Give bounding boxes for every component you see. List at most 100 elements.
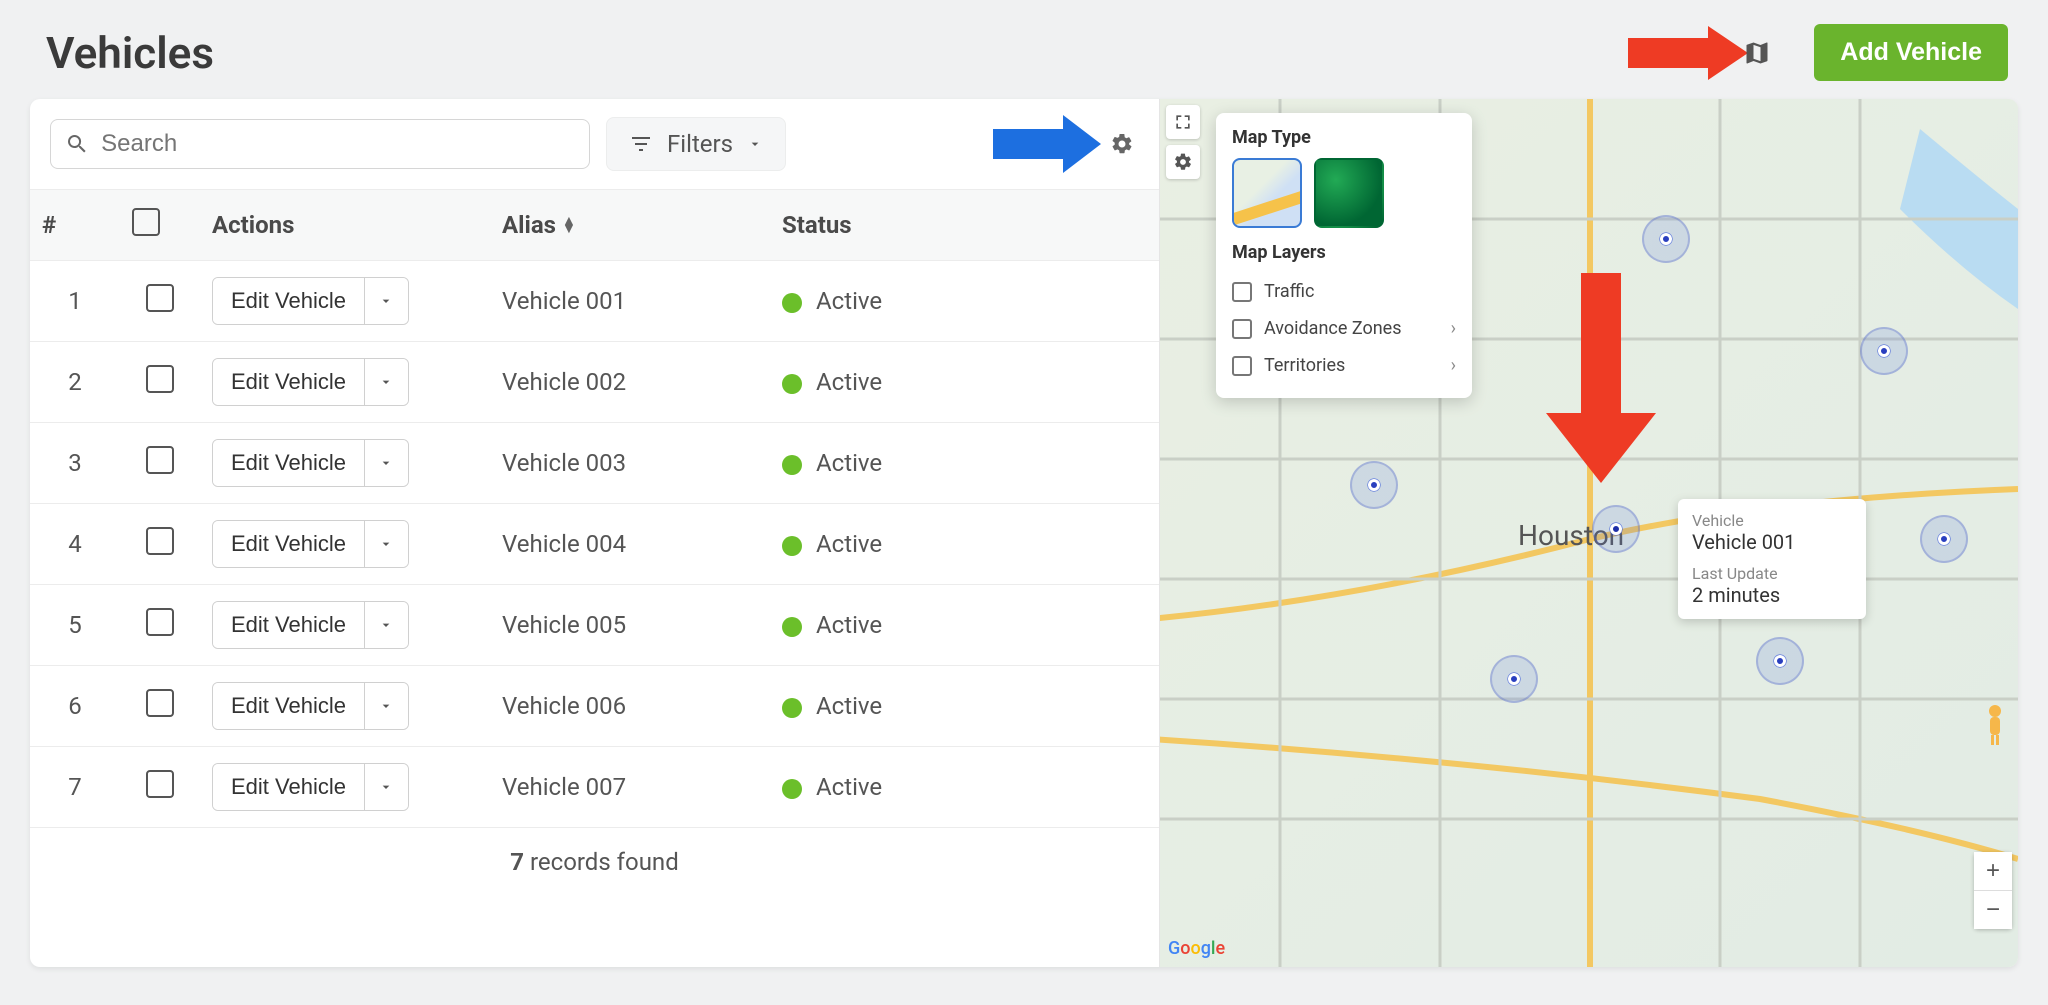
- checkbox-icon: [1232, 356, 1252, 376]
- layer-avoidance-zones[interactable]: Avoidance Zones ›: [1232, 310, 1456, 347]
- status-dot-icon: [782, 293, 802, 313]
- table-row: 3Edit VehicleVehicle 003Active: [30, 423, 1159, 504]
- row-number: 4: [30, 504, 120, 585]
- edit-vehicle-button[interactable]: Edit Vehicle: [213, 764, 364, 810]
- col-header-alias[interactable]: Alias ▲▼: [490, 190, 770, 261]
- row-number: 2: [30, 342, 120, 423]
- edit-vehicle-dropdown[interactable]: [364, 359, 408, 405]
- edit-vehicle-dropdown[interactable]: [364, 278, 408, 324]
- vehicle-marker-selected[interactable]: [1592, 505, 1640, 553]
- chevron-down-icon: [378, 374, 394, 390]
- gear-icon: [1173, 152, 1193, 172]
- vehicle-tooltip: Vehicle Vehicle 001 Last Update 2 minute…: [1678, 499, 1866, 619]
- gear-icon: [1110, 132, 1134, 156]
- vehicle-marker[interactable]: [1350, 461, 1398, 509]
- edit-vehicle-button[interactable]: Edit Vehicle: [213, 521, 364, 567]
- row-alias: Vehicle 001: [490, 261, 770, 342]
- edit-vehicle-dropdown[interactable]: [364, 602, 408, 648]
- pegman-icon[interactable]: [1978, 703, 2012, 747]
- checkbox-icon: [1232, 282, 1252, 302]
- chevron-right-icon: ›: [1451, 355, 1456, 376]
- map-layers-popup: Map Type Map Layers Traffic Avoidance Zo…: [1216, 113, 1472, 398]
- map-type-roadmap[interactable]: [1232, 158, 1302, 228]
- sort-icon: ▲▼: [562, 217, 576, 233]
- map-fullscreen-button[interactable]: [1166, 105, 1200, 139]
- edit-vehicle-dropdown[interactable]: [364, 764, 408, 810]
- row-number: 6: [30, 666, 120, 747]
- tooltip-update-value: 2 minutes: [1692, 583, 1852, 607]
- vehicle-marker[interactable]: [1860, 327, 1908, 375]
- table-row: 1Edit VehicleVehicle 001Active: [30, 261, 1159, 342]
- row-checkbox[interactable]: [146, 689, 174, 717]
- page-title: Vehicles: [46, 27, 1628, 79]
- map-type-satellite[interactable]: [1314, 158, 1384, 228]
- edit-vehicle-button[interactable]: Edit Vehicle: [213, 602, 364, 648]
- edit-vehicle-button[interactable]: Edit Vehicle: [213, 278, 364, 324]
- vehicle-marker[interactable]: [1642, 215, 1690, 263]
- map-settings-button[interactable]: [1166, 145, 1200, 179]
- tooltip-vehicle-value: Vehicle 001: [1692, 530, 1852, 554]
- edit-vehicle-dropdown[interactable]: [364, 521, 408, 567]
- row-checkbox[interactable]: [146, 365, 174, 393]
- edit-vehicle-button[interactable]: Edit Vehicle: [213, 440, 364, 486]
- edit-vehicle-dropdown[interactable]: [364, 440, 408, 486]
- row-checkbox[interactable]: [146, 527, 174, 555]
- row-number: 7: [30, 747, 120, 828]
- table-row: 4 Edit Vehicle Vehicle 004Active: [30, 504, 1159, 585]
- search-input[interactable]: [101, 130, 575, 158]
- row-status: Active: [770, 504, 1159, 585]
- tooltip-vehicle-label: Vehicle: [1692, 511, 1852, 530]
- row-alias: Vehicle 003: [490, 423, 770, 504]
- select-all-checkbox[interactable]: [132, 208, 160, 236]
- layer-territories[interactable]: Territories ›: [1232, 347, 1456, 384]
- col-header-num[interactable]: #: [30, 190, 120, 261]
- chevron-down-icon: [378, 698, 394, 714]
- row-status: Active: [770, 585, 1159, 666]
- annotation-arrow-to-map-icon: [1628, 26, 1748, 80]
- row-status: Active: [770, 747, 1159, 828]
- status-dot-icon: [782, 374, 802, 394]
- zoom-in-button[interactable]: +: [1974, 852, 2012, 890]
- row-alias: Vehicle 006: [490, 666, 770, 747]
- add-vehicle-button[interactable]: Add Vehicle: [1814, 24, 2008, 81]
- map-panel[interactable]: Map Type Map Layers Traffic Avoidance Zo…: [1160, 99, 2018, 967]
- status-dot-icon: [782, 455, 802, 475]
- layer-traffic[interactable]: Traffic: [1232, 273, 1456, 310]
- map-attribution: Google: [1168, 938, 1225, 959]
- filters-button[interactable]: Filters: [606, 117, 786, 171]
- filter-icon: [629, 132, 653, 156]
- map-toggle-button[interactable]: [1740, 36, 1774, 70]
- search-field[interactable]: [50, 119, 590, 169]
- row-status: Active: [770, 261, 1159, 342]
- chevron-down-icon: [378, 455, 394, 471]
- chevron-down-icon: [378, 536, 394, 552]
- chevron-right-icon: ›: [1451, 318, 1456, 339]
- vehicles-list-panel: Filters # Actions: [30, 99, 1160, 967]
- edit-vehicle-dropdown[interactable]: [364, 683, 408, 729]
- col-header-checkbox: [120, 190, 200, 261]
- filters-label: Filters: [667, 130, 733, 158]
- row-checkbox[interactable]: [146, 284, 174, 312]
- chevron-down-icon: [378, 293, 394, 309]
- zoom-control: + −: [1974, 852, 2012, 929]
- header-bar: Vehicles Add Vehicle: [0, 0, 2048, 99]
- row-alias: Vehicle 007: [490, 747, 770, 828]
- row-number: 5: [30, 585, 120, 666]
- row-checkbox[interactable]: [146, 608, 174, 636]
- chevron-down-icon: [378, 779, 394, 795]
- status-dot-icon: [782, 698, 802, 718]
- records-footer: 7 records found: [30, 828, 1159, 896]
- chevron-down-icon: [378, 617, 394, 633]
- edit-vehicle-button[interactable]: Edit Vehicle: [213, 683, 364, 729]
- records-count: 7: [510, 848, 524, 876]
- zoom-out-button[interactable]: −: [1974, 891, 2012, 929]
- edit-vehicle-button[interactable]: Edit Vehicle: [213, 359, 364, 405]
- vehicle-marker[interactable]: [1490, 655, 1538, 703]
- vehicle-marker[interactable]: [1756, 637, 1804, 685]
- col-header-status[interactable]: Status: [770, 190, 1159, 261]
- vehicle-marker[interactable]: [1920, 515, 1968, 563]
- map-icon: [1743, 39, 1771, 67]
- row-checkbox[interactable]: [146, 446, 174, 474]
- row-checkbox[interactable]: [146, 770, 174, 798]
- row-alias: Vehicle 004: [490, 504, 770, 585]
